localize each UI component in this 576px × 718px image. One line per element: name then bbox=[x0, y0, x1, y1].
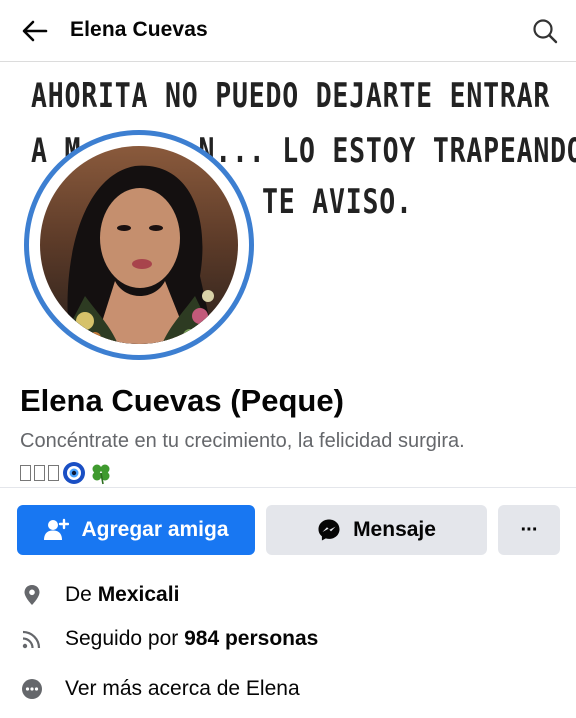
followers-text: Seguido por 984 personas bbox=[65, 627, 319, 650]
messenger-icon bbox=[318, 519, 340, 541]
missing-glyph-icon bbox=[34, 465, 45, 481]
search-button[interactable] bbox=[530, 16, 560, 46]
profile-name: Elena Cuevas (Peque) bbox=[20, 383, 344, 418]
cover-text-line-1: AHORITA NO PUEDO DEJARTE ENTRAR bbox=[31, 76, 551, 116]
cover-text-line-3: TE AVISO. bbox=[262, 182, 413, 222]
see-more-about-label: Ver más acerca de Elena bbox=[65, 677, 300, 700]
detail-hometown: De Mexicali bbox=[0, 575, 576, 615]
arrow-left-icon bbox=[22, 20, 48, 42]
detail-see-more[interactable]: Ver más acerca de Elena bbox=[0, 669, 576, 709]
hometown-link[interactable]: Mexicali bbox=[98, 583, 180, 606]
evil-eye-icon bbox=[63, 462, 85, 484]
rss-feed-icon bbox=[22, 630, 41, 649]
followers-link[interactable]: 984 personas bbox=[184, 627, 318, 650]
message-label: Mensaje bbox=[353, 518, 436, 541]
divider bbox=[0, 487, 576, 488]
location-pin-icon bbox=[24, 585, 40, 605]
back-button[interactable] bbox=[18, 14, 52, 48]
add-friend-icon bbox=[44, 518, 70, 540]
search-icon bbox=[533, 19, 558, 44]
more-options-button[interactable]: ··· bbox=[498, 505, 560, 555]
clover-icon bbox=[92, 464, 110, 485]
profile-picture[interactable] bbox=[40, 146, 238, 344]
page-title: Elena Cuevas bbox=[70, 18, 208, 41]
top-bar: Elena Cuevas bbox=[0, 0, 576, 62]
avatar-photo bbox=[40, 146, 238, 344]
missing-glyph-icon bbox=[48, 465, 59, 481]
message-button[interactable]: Mensaje bbox=[266, 505, 487, 555]
add-friend-label: Agregar amiga bbox=[81, 518, 229, 541]
missing-glyph-icon bbox=[20, 465, 31, 481]
hometown-text: De Mexicali bbox=[65, 583, 180, 606]
detail-followers: Seguido por 984 personas bbox=[0, 619, 576, 659]
more-dots-icon bbox=[22, 679, 42, 699]
more-options-icon: ··· bbox=[520, 518, 539, 541]
add-friend-button[interactable]: Agregar amiga bbox=[17, 505, 255, 555]
bio-emoji-row bbox=[20, 460, 113, 486]
profile-bio: Concéntrate en tu crecimiento, la felici… bbox=[20, 430, 465, 452]
